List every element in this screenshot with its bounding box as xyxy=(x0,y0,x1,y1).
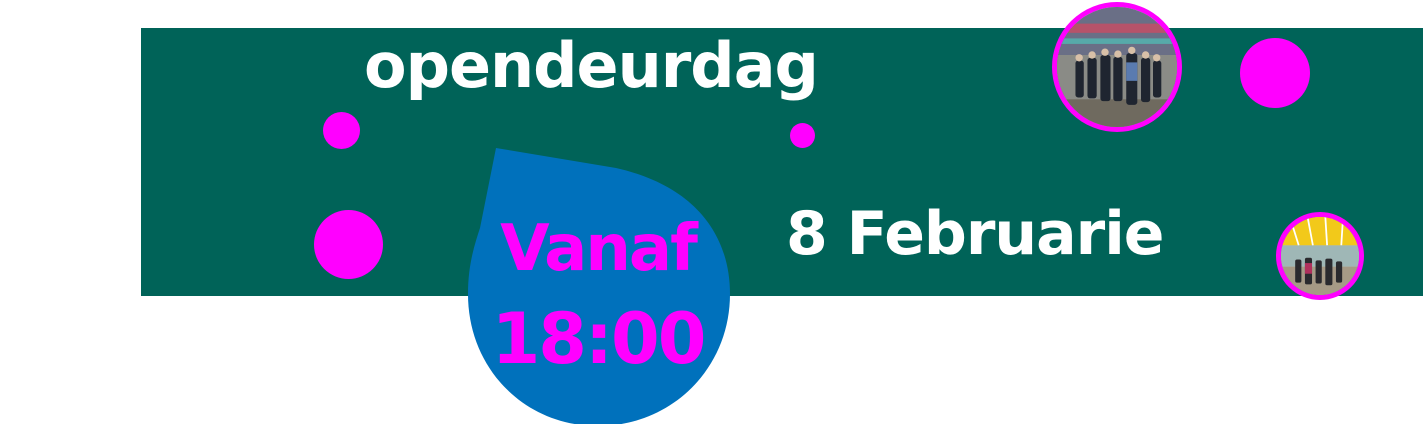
courtyard-photo-image xyxy=(1057,7,1177,127)
time-label: Vanaf xyxy=(500,212,698,286)
decor-dot-large-left xyxy=(314,210,383,279)
atrium-photo-image xyxy=(1281,217,1359,295)
photo-courtyard-group xyxy=(1052,2,1182,132)
time-value: 18:00 xyxy=(491,298,707,380)
decor-dot-small-left xyxy=(323,112,360,149)
banner: opendeurdag Vanaf 18:00 8 Februarie xyxy=(0,0,1423,424)
page-title: opendeurdag xyxy=(364,29,819,102)
decor-dot-tiny xyxy=(790,123,815,148)
decor-dot-large-right xyxy=(1240,38,1310,108)
photo-atrium-group xyxy=(1276,212,1364,300)
event-date: 8 Februarie xyxy=(786,199,1164,269)
